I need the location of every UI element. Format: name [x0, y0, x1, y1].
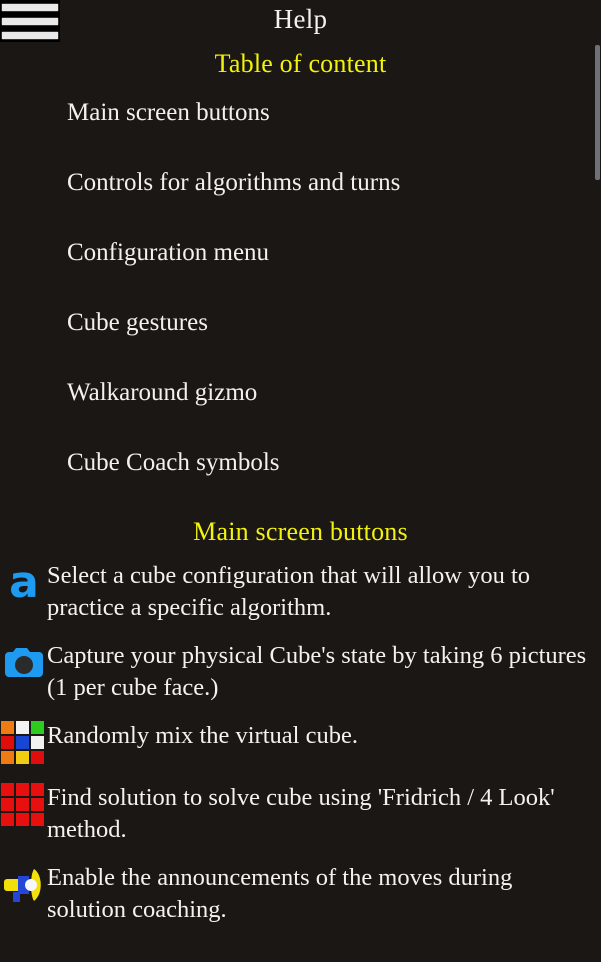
table-of-content-heading: Table of content	[214, 49, 387, 78]
cube-grid-scrambled	[1, 721, 44, 764]
toc-item-configuration-menu[interactable]: Configuration menu	[0, 236, 601, 306]
legend-row-solve: Find solution to solve cube using 'Fridr…	[0, 780, 601, 846]
toc-item-controls-for-algorithms-and-turns[interactable]: Controls for algorithms and turns	[0, 166, 601, 236]
toc-item-cube-gestures[interactable]: Cube gestures	[0, 306, 601, 376]
toc-item-main-screen-buttons[interactable]: Main screen buttons	[0, 96, 601, 166]
solved-red-cube-grid-icon	[1, 782, 47, 828]
legend-text-camera-capture: Capture your physical Cube's state by ta…	[47, 642, 587, 701]
letter-a-icon: a	[9, 557, 39, 608]
legend-row-scramble: Randomly mix the virtual cube.	[0, 718, 601, 766]
vertical-scrollbar[interactable]	[595, 0, 601, 962]
page-title: Help	[273, 4, 328, 34]
scrambled-cube-grid-icon	[1, 720, 47, 766]
toc-item-cube-coach-symbols[interactable]: Cube Coach symbols	[0, 446, 601, 516]
legend-text-algorithm-select: Select a cube configuration that will al…	[47, 562, 531, 621]
main-screen-buttons-heading: Main screen buttons	[193, 517, 408, 546]
legend-row-camera-capture: Capture your physical Cube's state by ta…	[0, 638, 601, 704]
top-bar: Help	[0, 0, 601, 42]
main-screen-buttons-list: a Select a cube configuration that will …	[0, 558, 601, 940]
legend-row-algorithm-select: a Select a cube configuration that will …	[0, 558, 601, 624]
table-of-content-list: Main screen buttons Controls for algorit…	[0, 96, 601, 516]
cube-grid-red	[1, 783, 44, 826]
legend-text-solve: Find solution to solve cube using 'Fridr…	[47, 784, 555, 843]
legend-text-announcements: Enable the announcements of the moves du…	[47, 864, 513, 923]
camera-icon	[1, 640, 47, 686]
legend-text-scramble: Randomly mix the virtual cube.	[47, 722, 358, 749]
toc-item-walkaround-gizmo[interactable]: Walkaround gizmo	[0, 376, 601, 446]
megaphone-icon	[1, 862, 47, 908]
scrollbar-thumb[interactable]	[595, 45, 600, 180]
legend-row-announcements: Enable the announcements of the moves du…	[0, 860, 601, 926]
